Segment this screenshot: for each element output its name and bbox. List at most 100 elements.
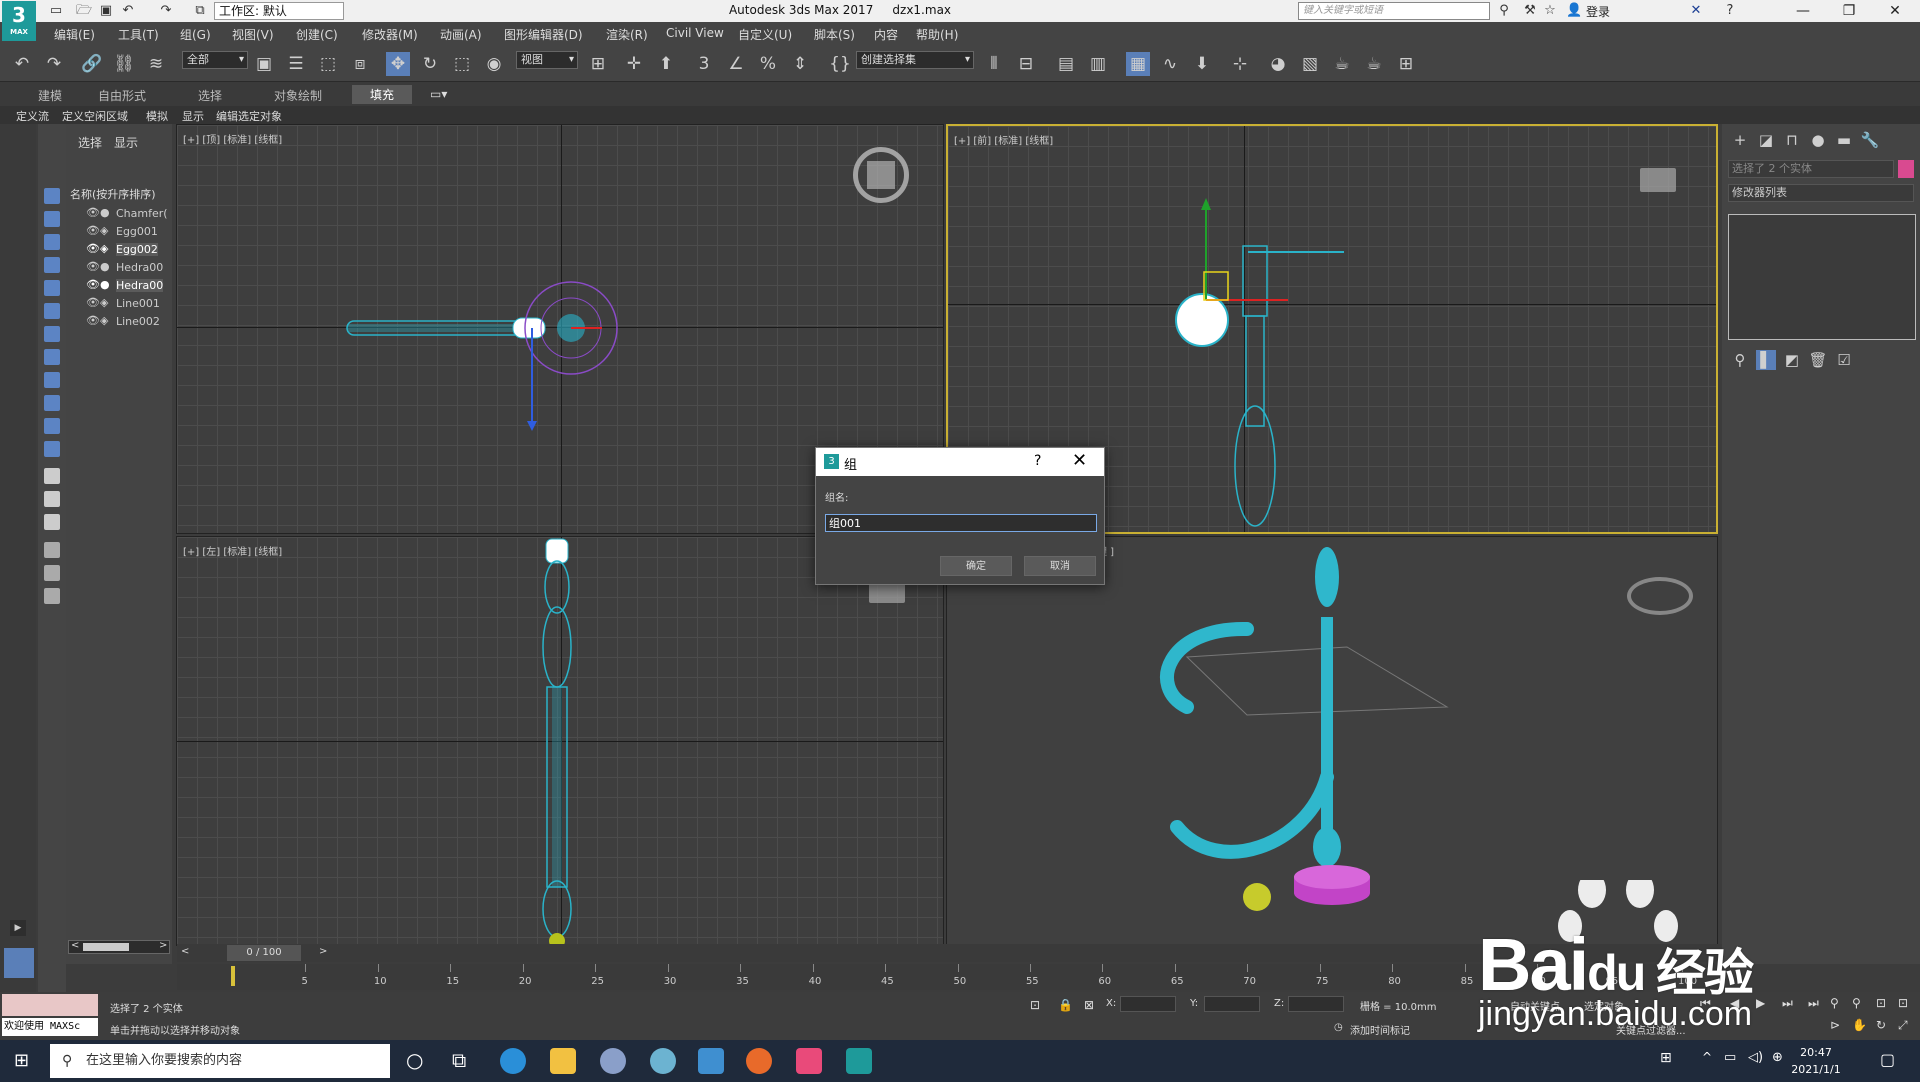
redo-icon[interactable]: ↷	[42, 52, 66, 76]
edge-browser-icon[interactable]	[500, 1048, 526, 1074]
angle-snap-icon[interactable]: ∠	[724, 52, 748, 76]
slider-right-icon[interactable]: >	[319, 946, 327, 957]
ribbon-define-flows[interactable]: 定义流	[16, 108, 49, 124]
windows-start-icon[interactable]: ⊞	[14, 1050, 29, 1071]
align-icon[interactable]: ⊟	[1014, 52, 1038, 76]
volume-icon[interactable]: ◁)	[1748, 1050, 1763, 1065]
orbit-icon[interactable]: ↻	[1876, 1018, 1886, 1032]
scene-explorer-icon[interactable]: ▥	[1086, 52, 1110, 76]
new-file-icon[interactable]: ▭	[48, 3, 64, 19]
search-input[interactable]: 键入关键字或短语	[1298, 2, 1490, 20]
viewport-layout-icon[interactable]	[4, 948, 34, 978]
maxscript-listener[interactable]	[2, 994, 98, 1016]
display-geometry-icon[interactable]	[44, 188, 60, 204]
hierarchy-tab-icon[interactable]: ⊓	[1782, 130, 1802, 150]
filter-icon[interactable]	[44, 565, 60, 581]
unlink-icon[interactable]: ⛓	[112, 52, 136, 76]
paint-app-icon[interactable]	[600, 1048, 626, 1074]
restore-button[interactable]: ❐	[1826, 0, 1872, 22]
menu-graph-editors[interactable]: 图形编辑器(D)	[504, 26, 583, 43]
menu-modifiers[interactable]: 修改器(M)	[362, 26, 418, 43]
project-folder-icon[interactable]: ⧉	[192, 3, 208, 19]
help-icon[interactable]: ?	[1722, 3, 1738, 19]
viewport-label[interactable]: [+] [顶] [标准] [线框]	[183, 131, 282, 146]
add-time-tag[interactable]: 添加时间标记	[1350, 1022, 1410, 1037]
render-setup-icon[interactable]: ▧	[1298, 52, 1322, 76]
eye-icon[interactable]: 👁●	[86, 260, 110, 273]
material-editor-icon[interactable]: ◕	[1266, 52, 1290, 76]
display-lights-icon[interactable]	[44, 234, 60, 250]
list-item[interactable]: 👁◈ Line001	[66, 295, 172, 312]
window-crossing-icon[interactable]: ⧈	[348, 52, 372, 76]
select-scale-icon[interactable]: ⬚	[450, 52, 474, 76]
explorer-scrollbar[interactable]: < >	[68, 940, 170, 954]
display-hidden-icon[interactable]	[44, 441, 60, 457]
selection-name-field[interactable]: 选择了 2 个实体	[1728, 160, 1894, 178]
z-coordinate-field[interactable]	[1288, 996, 1344, 1012]
find-icon[interactable]	[44, 542, 60, 558]
configure-modifier-sets-icon[interactable]: ☑	[1834, 350, 1854, 370]
ribbon-display[interactable]: 显示	[182, 108, 204, 124]
viewport-label[interactable]: [+] [前] [标准] [线框]	[954, 132, 1053, 147]
maxscript-welcome[interactable]: 欢迎使用 MAXSc	[2, 1018, 98, 1036]
create-tab-icon[interactable]: +	[1730, 130, 1750, 150]
app-logo[interactable]: 3 MAX	[2, 1, 36, 41]
menu-rendering[interactable]: 渲染(R)	[606, 26, 648, 43]
cancel-button[interactable]: 取消	[1024, 556, 1096, 576]
binoculars-icon[interactable]: ⚲	[1496, 3, 1512, 19]
zoom-all-icon[interactable]: ⚲	[1852, 996, 1861, 1010]
selection-filter-dropdown[interactable]: 全部	[182, 51, 248, 69]
rect-selection-icon[interactable]: ⬚	[316, 52, 340, 76]
eye-icon[interactable]: 👁◈	[86, 242, 108, 255]
explorer-tab-select[interactable]: 选择	[78, 134, 102, 151]
close-window-button[interactable]: ✕	[1872, 0, 1918, 22]
paint3d-app-icon[interactable]	[650, 1048, 676, 1074]
render-online-icon[interactable]: ⊞	[1394, 52, 1418, 76]
object-color-swatch[interactable]	[1898, 160, 1914, 178]
select-move-icon[interactable]: ✥	[386, 52, 410, 76]
3dsmax-taskbar-icon[interactable]	[846, 1048, 872, 1074]
lock-selection-icon[interactable]: 🔒	[1058, 998, 1073, 1012]
rendered-frame-icon[interactable]: ☕	[1330, 52, 1354, 76]
display-none-icon[interactable]	[44, 491, 60, 507]
explorer-tab-display[interactable]: 显示	[114, 134, 138, 151]
undo-icon[interactable]: ↶	[120, 3, 136, 19]
file-explorer-icon[interactable]	[550, 1048, 576, 1074]
ribbon-tab-modeling[interactable]: 建模	[38, 87, 62, 104]
motion-tab-icon[interactable]: ●	[1808, 130, 1828, 150]
menu-views[interactable]: 视图(V)	[232, 26, 274, 43]
select-object-icon[interactable]: ▣	[252, 52, 276, 76]
scroll-left-icon[interactable]: <	[71, 940, 79, 951]
list-item[interactable]: 👁◈ Egg002	[66, 241, 172, 258]
list-item[interactable]: 👁● Hedra00	[66, 259, 172, 276]
scroll-thumb[interactable]	[83, 943, 129, 951]
schematic-view-icon[interactable]: ⊹	[1228, 52, 1252, 76]
ok-button[interactable]: 确定	[940, 556, 1012, 576]
bind-space-warp-icon[interactable]: ≋	[144, 52, 168, 76]
spinner-snap-icon[interactable]: ⇕	[788, 52, 812, 76]
pan-icon[interactable]: ✋	[1852, 1018, 1867, 1032]
link-icon[interactable]: 🔗	[80, 52, 104, 76]
ribbon-edit-selected[interactable]: 编辑选定对象	[216, 108, 282, 124]
display-all-icon[interactable]	[44, 468, 60, 484]
time-slider-thumb[interactable]: 0 / 100	[227, 945, 301, 961]
display-shapes-icon[interactable]	[44, 211, 60, 227]
whiteboard-app-icon[interactable]	[698, 1048, 724, 1074]
y-coordinate-field[interactable]	[1204, 996, 1260, 1012]
slider-left-icon[interactable]: <	[181, 946, 189, 957]
keyboard-shortcut-toggle-icon[interactable]: ⬆	[654, 52, 678, 76]
eye-icon[interactable]: 👁●	[86, 206, 110, 219]
menu-create[interactable]: 创建(C)	[296, 26, 338, 43]
tray-arrow-icon[interactable]: ^	[1702, 1050, 1712, 1064]
ribbon-simulate[interactable]: 模拟	[146, 108, 168, 124]
open-file-icon[interactable]: 🗁	[76, 3, 92, 19]
layer-manager-icon[interactable]: ▤	[1054, 52, 1078, 76]
exchange-apps-icon[interactable]: ✕	[1688, 3, 1704, 19]
dialog-help-button[interactable]: ?	[1034, 453, 1041, 469]
show-end-result-icon[interactable]: ▌	[1756, 350, 1776, 370]
remove-modifier-icon[interactable]: 🗑	[1808, 350, 1828, 370]
eye-icon[interactable]: 👁◈	[86, 224, 108, 237]
modifier-list-dropdown[interactable]: 修改器列表	[1728, 184, 1914, 202]
zoom-icon[interactable]: ⚲	[1830, 996, 1839, 1010]
display-invert-icon[interactable]	[44, 514, 60, 530]
